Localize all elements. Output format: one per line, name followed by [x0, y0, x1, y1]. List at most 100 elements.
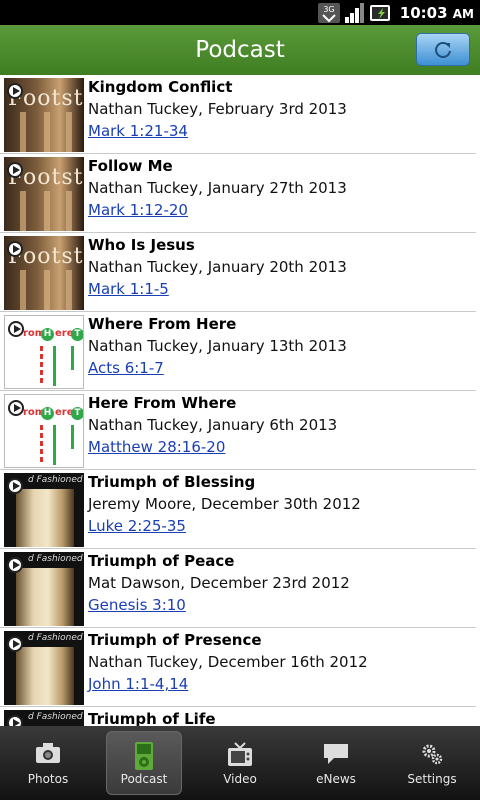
podcast-list[interactable]: Footst Kingdom Conflict Nathan Tuckey, Feb… — [0, 75, 480, 726]
podcast-speaker-date: Nathan Tuckey, January 20th 2013 — [88, 258, 347, 276]
podcast-item[interactable]: Footst Who Is Jesus Nathan Tuckey, January… — [0, 233, 476, 312]
refresh-button[interactable] — [416, 33, 470, 66]
podcast-thumbnail[interactable]: d Fashioned — [4, 631, 84, 705]
thumbnail-text: d Fashioned — [28, 554, 83, 564]
podcast-thumbnail[interactable]: Footst — [4, 157, 84, 231]
tab-enews[interactable]: eNews — [288, 726, 384, 800]
battery-icon — [369, 4, 390, 21]
thumbnail-decoration — [44, 270, 50, 310]
thumbnail-letter: T — [71, 407, 83, 420]
podcast-speaker-date: Nathan Tuckey, January 13th 2013 — [88, 337, 347, 355]
podcast-item[interactable]: d Fashioned Triumph of Peace Mat Dawson, D… — [0, 549, 476, 628]
play-icon[interactable] — [7, 162, 23, 178]
play-icon[interactable] — [8, 321, 24, 337]
podcast-item[interactable]: rom Here T Where From Here Nathan Tuckey, Ja… — [0, 312, 476, 391]
tv-icon — [192, 742, 288, 768]
podcast-speaker-date: Jeremy Moore, December 30th 2012 — [88, 495, 361, 513]
thumbnail-decoration — [53, 425, 56, 465]
thumbnail-text: d Fashioned — [28, 633, 83, 643]
ipod-icon — [96, 742, 192, 770]
tab-bar: Photos Podcast Video eNews Settings — [0, 726, 480, 800]
thumbnail-decoration — [20, 191, 26, 231]
podcast-title: Triumph of Presence — [88, 631, 262, 649]
play-icon[interactable] — [7, 241, 23, 257]
podcast-thumbnail[interactable]: Footst — [4, 236, 84, 310]
status-bar: 3G 10:03 AM — [0, 0, 480, 25]
podcast-thumbnail[interactable]: d Fashioned — [4, 552, 84, 626]
scripture-link[interactable]: Matthew 28:16-20 — [88, 438, 225, 456]
thumbnail-decoration — [53, 346, 56, 386]
camera-icon — [0, 742, 96, 768]
thumbnail-decoration — [44, 191, 50, 231]
thumbnail-decoration — [44, 112, 50, 152]
refresh-icon — [435, 41, 451, 58]
status-icons: 3G 10:03 AM — [317, 2, 474, 23]
thumbnail-decoration — [40, 346, 43, 386]
thumbnail-decoration — [71, 425, 74, 449]
thumbnail-text: d Fashioned — [28, 712, 83, 722]
thumbnail-decoration — [40, 425, 43, 465]
tab-video[interactable]: Video — [192, 726, 288, 800]
play-icon[interactable] — [7, 478, 23, 494]
network-3g-icon: 3G — [317, 2, 340, 23]
podcast-item[interactable]: Footst Kingdom Conflict Nathan Tuckey, Feb… — [0, 75, 476, 154]
podcast-thumbnail[interactable]: d Fashioned — [4, 710, 84, 726]
scripture-link[interactable]: John 1:1-4,14 — [88, 675, 188, 693]
tab-photos[interactable]: Photos — [0, 726, 96, 800]
podcast-title: Here From Where — [88, 394, 237, 412]
podcast-title: Triumph of Peace — [88, 552, 235, 570]
scripture-link[interactable]: Mark 1:1-5 — [88, 280, 169, 298]
podcast-thumbnail[interactable]: rom Here T — [4, 315, 84, 389]
podcast-item[interactable]: d Fashioned Triumph of Life — [0, 707, 476, 726]
play-icon[interactable] — [7, 715, 23, 726]
thumbnail-decoration — [66, 112, 72, 152]
thumbnail-decoration — [20, 270, 26, 310]
podcast-item[interactable]: d Fashioned Triumph of Blessing Jeremy Moo… — [0, 470, 476, 549]
tab-label: Podcast — [120, 772, 168, 786]
thumbnail-text: d Fashioned — [28, 475, 83, 485]
thumbnail-decoration — [20, 112, 26, 152]
page-title: Podcast — [195, 37, 285, 63]
podcast-title: Triumph of Blessing — [88, 473, 256, 491]
thumbnail-decoration — [66, 270, 72, 310]
podcast-speaker-date: Mat Dawson, December 23rd 2012 — [88, 574, 350, 592]
play-icon[interactable] — [8, 400, 24, 416]
podcast-title: Where From Here — [88, 315, 237, 333]
scripture-link[interactable]: Mark 1:21-34 — [88, 122, 188, 140]
tab-label: eNews — [316, 772, 356, 786]
podcast-item[interactable]: Footst Follow Me Nathan Tuckey, January 27… — [0, 154, 476, 233]
thumbnail-decoration — [71, 346, 74, 370]
podcast-thumbnail[interactable]: Footst — [4, 78, 84, 152]
scroll-image — [16, 489, 74, 547]
podcast-speaker-date: Nathan Tuckey, January 6th 2013 — [88, 416, 338, 434]
scripture-link[interactable]: Genesis 3:10 — [88, 596, 186, 614]
podcast-thumbnail[interactable]: d Fashioned — [4, 473, 84, 547]
podcast-speaker-date: Nathan Tuckey, December 16th 2012 — [88, 653, 368, 671]
podcast-title: Who Is Jesus — [88, 236, 195, 254]
podcast-speaker-date: Nathan Tuckey, February 3rd 2013 — [88, 100, 347, 118]
play-icon[interactable] — [7, 557, 23, 573]
network-label: 3G — [323, 5, 334, 14]
podcast-item[interactable]: d Fashioned Triumph of Presence Nathan Tuc… — [0, 628, 476, 707]
clock: 10:03 AM — [399, 3, 474, 22]
podcast-thumbnail[interactable]: rom Here T — [4, 394, 84, 468]
scripture-link[interactable]: Mark 1:12-20 — [88, 201, 188, 219]
tab-podcast[interactable]: Podcast — [96, 726, 192, 800]
podcast-title: Kingdom Conflict — [88, 78, 233, 96]
play-icon[interactable] — [7, 636, 23, 652]
thumbnail-letter: T — [71, 328, 83, 341]
tab-label: Settings — [407, 772, 457, 786]
scripture-link[interactable]: Luke 2:25-35 — [88, 517, 186, 535]
podcast-title: Triumph of Life — [88, 710, 216, 726]
gears-icon — [384, 742, 480, 768]
tab-label: Photos — [27, 772, 69, 786]
thumbnail-decoration — [66, 191, 72, 231]
podcast-item[interactable]: rom Here T Here From Where Nathan Tuckey, Ja… — [0, 391, 476, 470]
scripture-link[interactable]: Acts 6:1-7 — [88, 359, 164, 377]
speech-bubble-icon — [288, 742, 384, 768]
scroll-image — [16, 647, 74, 705]
tab-settings[interactable]: Settings — [384, 726, 480, 800]
scroll-image — [16, 568, 74, 626]
play-icon[interactable] — [7, 83, 23, 99]
tab-label: Video — [223, 772, 257, 786]
